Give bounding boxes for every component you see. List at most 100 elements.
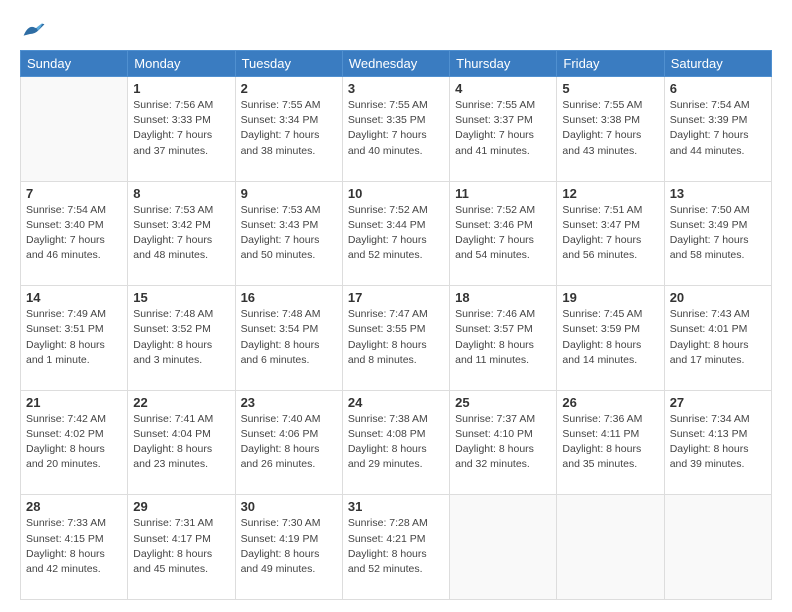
day-number: 22 (133, 395, 229, 410)
day-info: Sunrise: 7:55 AM Sunset: 3:38 PM Dayligh… (562, 98, 658, 159)
day-info: Sunrise: 7:37 AM Sunset: 4:10 PM Dayligh… (455, 412, 551, 473)
weekday-header-row: SundayMondayTuesdayWednesdayThursdayFrid… (21, 51, 772, 77)
day-cell: 23Sunrise: 7:40 AM Sunset: 4:06 PM Dayli… (235, 390, 342, 495)
day-number: 5 (562, 81, 658, 96)
day-info: Sunrise: 7:56 AM Sunset: 3:33 PM Dayligh… (133, 98, 229, 159)
day-number: 14 (26, 290, 122, 305)
day-number: 23 (241, 395, 337, 410)
calendar-table: SundayMondayTuesdayWednesdayThursdayFrid… (20, 50, 772, 600)
day-cell: 10 Sunrise: 7:52 AM Sunset: 3:44 PM Dayli… (342, 181, 449, 286)
day-number: 28 (26, 499, 122, 514)
day-info: Sunrise: 7:52 AM Sunset: 3:44 PM Dayligh… (348, 203, 444, 264)
day-info: Sunrise: 7:45 AM Sunset: 3:59 PM Dayligh… (562, 307, 658, 368)
day-cell: 5 Sunrise: 7:55 AM Sunset: 3:38 PM Daylig… (557, 77, 664, 182)
logo (20, 20, 46, 40)
header (20, 16, 772, 40)
day-number: 11 (455, 186, 551, 201)
day-cell: 27 Sunrise: 7:34 AM Sunset: 4:13 PM Dayli… (664, 390, 771, 495)
day-cell: 22 Sunrise: 7:41 AM Sunset: 4:04 PM Dayli… (128, 390, 235, 495)
day-number: 7 (26, 186, 122, 201)
day-cell: 1 Sunrise: 7:56 AM Sunset: 3:33 PM Daylig… (128, 77, 235, 182)
day-cell: 4 Sunrise: 7:55 AM Sunset: 3:37 PM Daylig… (450, 77, 557, 182)
day-number: 10 (348, 186, 444, 201)
day-cell: 25 Sunrise: 7:37 AM Sunset: 4:10 PM Dayli… (450, 390, 557, 495)
day-info: Sunrise: 7:54 AM Sunset: 3:40 PM Dayligh… (26, 203, 122, 264)
day-info: Sunrise: 7:43 AM Sunset: 4:01 PM Dayligh… (670, 307, 766, 368)
day-info: Sunrise: 7:55 AM Sunset: 3:35 PM Dayligh… (348, 98, 444, 159)
day-cell: 7 Sunrise: 7:54 AM Sunset: 3:40 PM Daylig… (21, 181, 128, 286)
day-number: 6 (670, 81, 766, 96)
day-info: Sunrise: 7:30 AM Sunset: 4:19 PM Dayligh… (241, 516, 337, 577)
day-info: Sunrise: 7:28 AM Sunset: 4:21 PM Dayligh… (348, 516, 444, 577)
day-cell: 29Sunrise: 7:31 AM Sunset: 4:17 PM Dayli… (128, 495, 235, 600)
weekday-monday: Monday (128, 51, 235, 77)
week-row-1: 1 Sunrise: 7:56 AM Sunset: 3:33 PM Daylig… (21, 77, 772, 182)
day-number: 17 (348, 290, 444, 305)
day-cell: 8 Sunrise: 7:53 AM Sunset: 3:42 PM Daylig… (128, 181, 235, 286)
day-info: Sunrise: 7:38 AM Sunset: 4:08 PM Dayligh… (348, 412, 444, 473)
day-number: 13 (670, 186, 766, 201)
day-number: 18 (455, 290, 551, 305)
day-cell: 16 Sunrise: 7:48 AM Sunset: 3:54 PM Dayli… (235, 286, 342, 391)
day-number: 21 (26, 395, 122, 410)
day-cell: 18 Sunrise: 7:46 AM Sunset: 3:57 PM Dayli… (450, 286, 557, 391)
day-cell: 30 Sunrise: 7:30 AM Sunset: 4:19 PM Dayli… (235, 495, 342, 600)
day-info: Sunrise: 7:53 AM Sunset: 3:42 PM Dayligh… (133, 203, 229, 264)
day-cell: 20 Sunrise: 7:43 AM Sunset: 4:01 PM Dayli… (664, 286, 771, 391)
day-number: 26 (562, 395, 658, 410)
day-number: 19 (562, 290, 658, 305)
day-info: Sunrise: 7:52 AM Sunset: 3:46 PM Dayligh… (455, 203, 551, 264)
day-info: Sunrise: 7:34 AM Sunset: 4:13 PM Dayligh… (670, 412, 766, 473)
day-number: 9 (241, 186, 337, 201)
weekday-thursday: Thursday (450, 51, 557, 77)
day-info: Sunrise: 7:48 AM Sunset: 3:54 PM Dayligh… (241, 307, 337, 368)
weekday-tuesday: Tuesday (235, 51, 342, 77)
day-cell: 28Sunrise: 7:33 AM Sunset: 4:15 PM Dayli… (21, 495, 128, 600)
week-row-4: 21 Sunrise: 7:42 AM Sunset: 4:02 PM Dayli… (21, 390, 772, 495)
day-cell: 11 Sunrise: 7:52 AM Sunset: 3:46 PM Dayli… (450, 181, 557, 286)
weekday-sunday: Sunday (21, 51, 128, 77)
day-cell: 21 Sunrise: 7:42 AM Sunset: 4:02 PM Dayli… (21, 390, 128, 495)
day-info: Sunrise: 7:48 AM Sunset: 3:52 PM Dayligh… (133, 307, 229, 368)
day-cell: 17Sunrise: 7:47 AM Sunset: 3:55 PM Dayli… (342, 286, 449, 391)
day-info: Sunrise: 7:31 AM Sunset: 4:17 PM Dayligh… (133, 516, 229, 577)
week-row-3: 14 Sunrise: 7:49 AM Sunset: 3:51 PM Dayli… (21, 286, 772, 391)
day-info: Sunrise: 7:36 AM Sunset: 4:11 PM Dayligh… (562, 412, 658, 473)
day-info: Sunrise: 7:51 AM Sunset: 3:47 PM Dayligh… (562, 203, 658, 264)
day-number: 30 (241, 499, 337, 514)
day-cell (450, 495, 557, 600)
day-cell: 26 Sunrise: 7:36 AM Sunset: 4:11 PM Dayli… (557, 390, 664, 495)
day-number: 25 (455, 395, 551, 410)
day-number: 3 (348, 81, 444, 96)
day-cell (664, 495, 771, 600)
day-cell: 3 Sunrise: 7:55 AM Sunset: 3:35 PM Daylig… (342, 77, 449, 182)
weekday-friday: Friday (557, 51, 664, 77)
day-number: 8 (133, 186, 229, 201)
day-number: 31 (348, 499, 444, 514)
day-info: Sunrise: 7:41 AM Sunset: 4:04 PM Dayligh… (133, 412, 229, 473)
day-number: 20 (670, 290, 766, 305)
day-info: Sunrise: 7:46 AM Sunset: 3:57 PM Dayligh… (455, 307, 551, 368)
day-cell: 24 Sunrise: 7:38 AM Sunset: 4:08 PM Dayli… (342, 390, 449, 495)
day-info: Sunrise: 7:55 AM Sunset: 3:37 PM Dayligh… (455, 98, 551, 159)
day-info: Sunrise: 7:54 AM Sunset: 3:39 PM Dayligh… (670, 98, 766, 159)
day-info: Sunrise: 7:42 AM Sunset: 4:02 PM Dayligh… (26, 412, 122, 473)
day-cell: 2Sunrise: 7:55 AM Sunset: 3:34 PM Daylig… (235, 77, 342, 182)
day-info: Sunrise: 7:55 AM Sunset: 3:34 PM Dayligh… (241, 98, 337, 159)
day-number: 1 (133, 81, 229, 96)
day-cell: 13 Sunrise: 7:50 AM Sunset: 3:49 PM Dayli… (664, 181, 771, 286)
day-info: Sunrise: 7:49 AM Sunset: 3:51 PM Dayligh… (26, 307, 122, 368)
day-info: Sunrise: 7:50 AM Sunset: 3:49 PM Dayligh… (670, 203, 766, 264)
day-number: 24 (348, 395, 444, 410)
day-number: 12 (562, 186, 658, 201)
day-number: 4 (455, 81, 551, 96)
day-cell (557, 495, 664, 600)
week-row-2: 7 Sunrise: 7:54 AM Sunset: 3:40 PM Daylig… (21, 181, 772, 286)
day-number: 16 (241, 290, 337, 305)
day-cell: 19 Sunrise: 7:45 AM Sunset: 3:59 PM Dayli… (557, 286, 664, 391)
weekday-saturday: Saturday (664, 51, 771, 77)
day-cell: 14 Sunrise: 7:49 AM Sunset: 3:51 PM Dayli… (21, 286, 128, 391)
day-number: 27 (670, 395, 766, 410)
week-row-5: 28Sunrise: 7:33 AM Sunset: 4:15 PM Dayli… (21, 495, 772, 600)
day-number: 15 (133, 290, 229, 305)
